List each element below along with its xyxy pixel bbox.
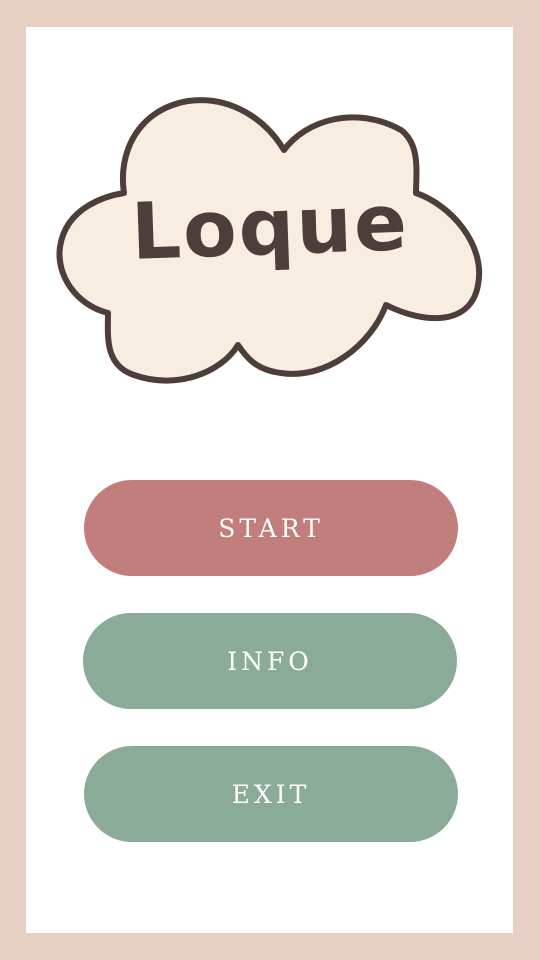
cloud-logo-icon: [56, 97, 483, 384]
game-logo: Loque: [56, 95, 484, 388]
start-button[interactable]: START: [84, 480, 458, 576]
info-button[interactable]: INFO: [83, 613, 457, 709]
exit-button[interactable]: EXIT: [84, 746, 458, 842]
